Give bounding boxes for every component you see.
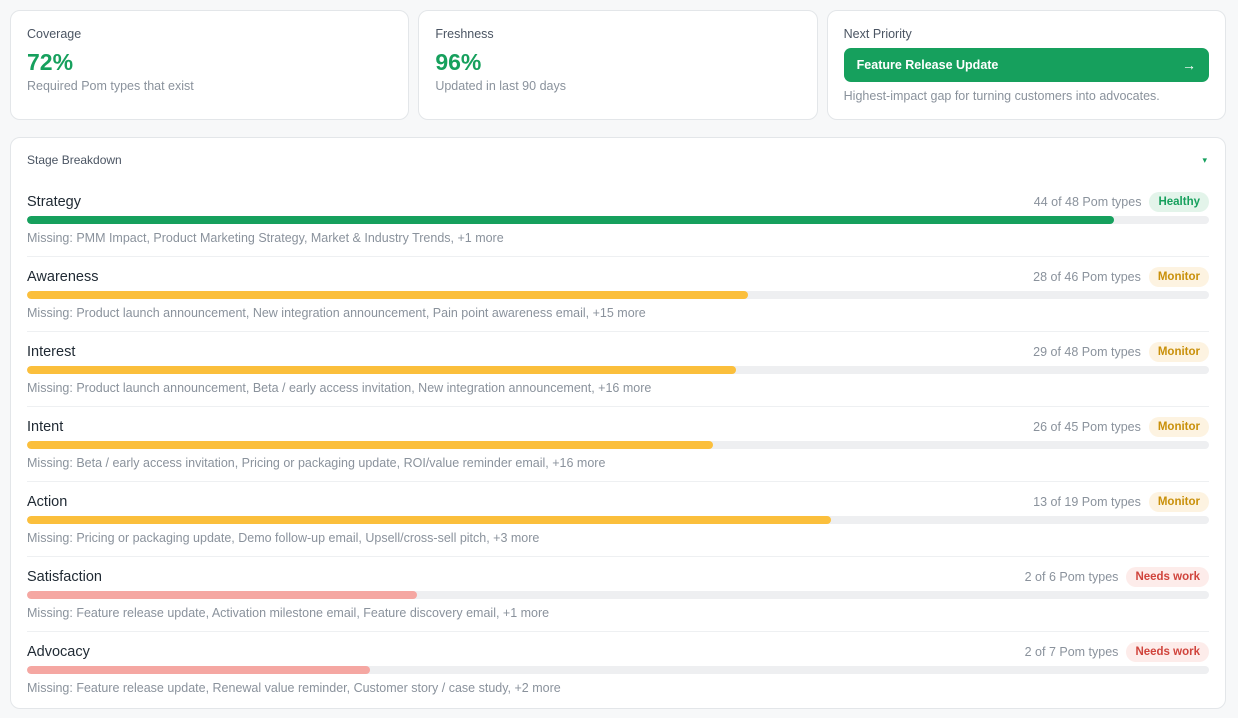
stage-row-intent: Intent 26 of 45 Pom types Monitor Missing: … (27, 407, 1209, 482)
stage-row-awareness: Awareness 28 of 46 Pom types Monitor Missin… (27, 257, 1209, 332)
stage-count: 44 of 48 Pom types (1033, 195, 1142, 209)
status-badge: Monitor (1148, 267, 1209, 287)
missing-list: Missing: Feature release update, Renewal… (27, 681, 561, 695)
stage-count: 29 of 48 Pom types (1033, 345, 1141, 359)
progress-fill (27, 516, 831, 524)
freshness-card: Freshness 96% Updated in last 90 days (418, 10, 818, 120)
coverage-title: Coverage (27, 27, 82, 41)
stage-meta: 13 of 19 Pom types Monitor (1033, 492, 1209, 512)
next-priority-button-label: Feature Release Update (856, 58, 999, 72)
progress-track (27, 291, 1209, 299)
next-priority-title: Next Priority (843, 27, 912, 41)
status-badge: Needs work (1126, 642, 1209, 662)
next-priority-subtitle: Highest-impact gap for turning customers… (843, 89, 1160, 103)
progress-fill (27, 366, 737, 374)
progress-fill (27, 441, 713, 449)
progress-fill (27, 591, 418, 599)
stage-header: Satisfaction 2 of 6 Pom types Needs work (27, 566, 1209, 588)
freshness-title: Freshness (435, 27, 494, 41)
stage-breakdown-header[interactable]: Stage Breakdown ▾ (27, 138, 1209, 182)
status-badge: Monitor (1148, 492, 1209, 512)
missing-list: Missing: Product launch announcement, Be… (27, 381, 652, 395)
coverage-subtitle: Required Pom types that exist (27, 79, 194, 93)
progress-fill (27, 666, 370, 674)
stage-name: Intent (27, 419, 64, 435)
stage-meta: 29 of 48 Pom types Monitor (1033, 342, 1209, 362)
progress-track (27, 666, 1209, 674)
stage-header: Awareness 28 of 46 Pom types Monitor (27, 266, 1209, 288)
stage-list: Strategy 44 of 48 Pom types Healthy Missing… (27, 182, 1209, 707)
stage-meta: 26 of 45 Pom types Monitor (1033, 417, 1209, 437)
coverage-card: Coverage 72% Required Pom types that exi… (10, 10, 410, 120)
stage-row-action: Action 13 of 19 Pom types Monitor Missing: … (27, 482, 1209, 557)
next-priority-button[interactable]: Feature Release Update → (843, 48, 1209, 82)
stage-count: 28 of 46 Pom types (1033, 270, 1141, 284)
stage-breakdown-panel: Stage Breakdown ▾ Strategy 44 of 48 Pom t… (10, 137, 1226, 709)
progress-fill (27, 216, 1115, 224)
stage-name: Interest (27, 344, 76, 360)
stage-meta: 2 of 7 Pom types Needs work (1025, 642, 1209, 662)
stage-row-strategy: Strategy 44 of 48 Pom types Healthy Missing… (27, 182, 1209, 257)
stage-header: Intent 26 of 45 Pom types Monitor (27, 416, 1209, 438)
progress-track (27, 591, 1209, 599)
freshness-value: 96% (435, 49, 482, 75)
missing-list: Missing: Beta / early access invitation,… (27, 456, 606, 470)
stage-header: Interest 29 of 48 Pom types Monitor (27, 341, 1209, 363)
stage-meta: 2 of 6 Pom types Needs work (1025, 567, 1209, 587)
stage-name: Satisfaction (27, 569, 102, 585)
stage-breakdown-title: Stage Breakdown (27, 153, 122, 167)
missing-list: Missing: Pricing or packaging update, De… (27, 531, 540, 545)
status-badge: Monitor (1148, 342, 1209, 362)
stage-row-interest: Interest 29 of 48 Pom types Monitor Missing… (27, 332, 1209, 407)
status-badge: Needs work (1126, 567, 1209, 587)
stage-name: Strategy (27, 194, 81, 210)
freshness-subtitle: Updated in last 90 days (435, 79, 566, 93)
progress-fill (27, 291, 749, 299)
progress-track (27, 216, 1209, 224)
stage-count: 2 of 6 Pom types (1024, 570, 1119, 584)
coverage-value: 72% (27, 49, 74, 75)
chevron-down-icon[interactable]: ▾ (1202, 155, 1209, 166)
stage-name: Awareness (27, 269, 99, 285)
stage-meta: 44 of 48 Pom types Healthy (1034, 192, 1209, 212)
progress-track (27, 516, 1209, 524)
next-priority-card: Next Priority Feature Release Update → H… (826, 10, 1226, 120)
stage-name: Action (27, 494, 68, 510)
stage-count: 13 of 19 Pom types (1033, 495, 1141, 509)
status-badge: Healthy (1149, 192, 1209, 212)
stage-count: 2 of 7 Pom types (1024, 645, 1119, 659)
arrow-right-icon: → (1181, 57, 1196, 73)
stage-count: 26 of 45 Pom types (1033, 420, 1141, 434)
stage-header: Strategy 44 of 48 Pom types Healthy (27, 191, 1209, 213)
stage-header: Advocacy 2 of 7 Pom types Needs work (27, 641, 1209, 663)
missing-list: Missing: Product launch announcement, Ne… (27, 306, 646, 320)
stage-header: Action 13 of 19 Pom types Monitor (27, 491, 1209, 513)
missing-list: Missing: Feature release update, Activat… (27, 606, 550, 620)
missing-list: Missing: PMM Impact, Product Marketing S… (27, 231, 504, 245)
progress-track (27, 441, 1209, 449)
progress-track (27, 366, 1209, 374)
status-badge: Monitor (1148, 417, 1209, 437)
stage-row-advocacy: Advocacy 2 of 7 Pom types Needs work Missin… (27, 632, 1209, 707)
stage-row-satisfaction: Satisfaction 2 of 6 Pom types Needs work Mi… (27, 557, 1209, 632)
stage-name: Advocacy (27, 644, 90, 660)
stage-meta: 28 of 46 Pom types Monitor (1033, 267, 1209, 287)
metrics-row: Coverage 72% Required Pom types that exi… (10, 10, 1226, 120)
